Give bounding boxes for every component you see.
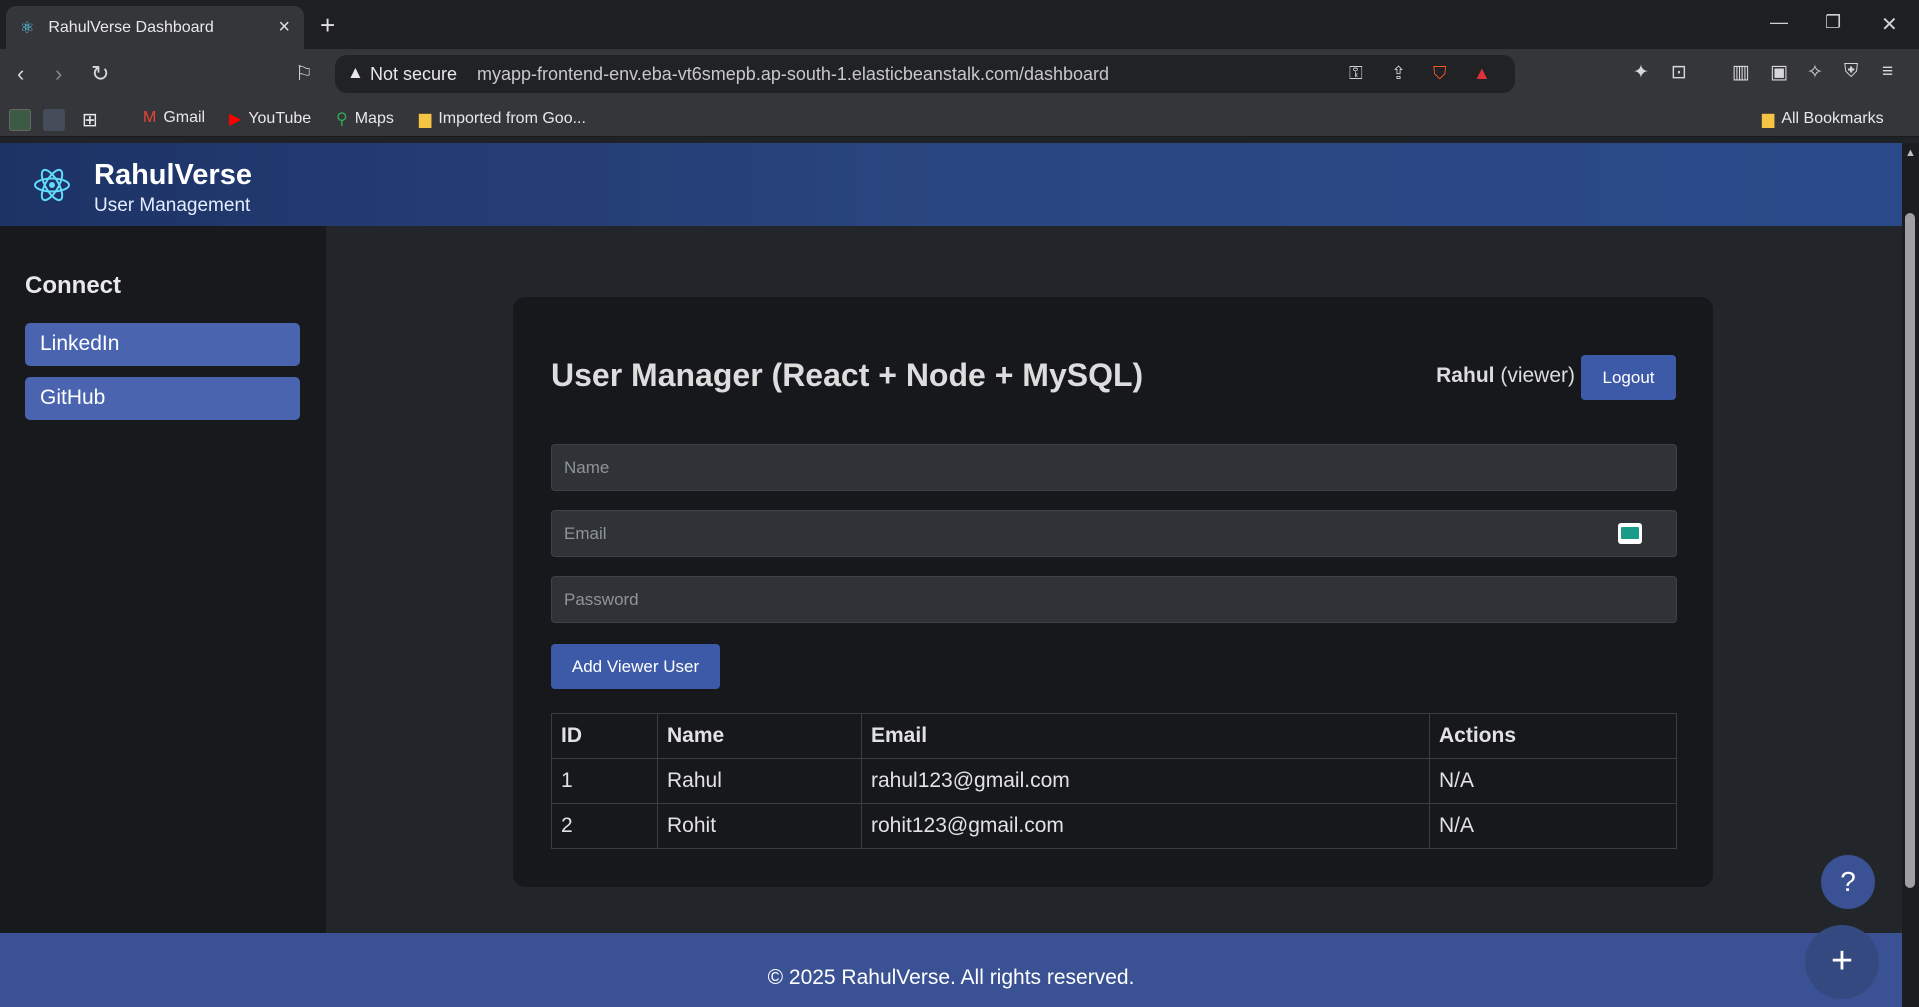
help-button[interactable]: ? [1821,855,1875,909]
warning-icon: ▲ [347,63,364,82]
page-title: User Manager (React + Node + MySQL) [551,357,1144,393]
column-header-name: Name [657,713,862,759]
current-user-name: Rahul [1436,364,1495,387]
cell-id: 1 [551,758,658,804]
app-shortcut-icon[interactable] [9,109,31,131]
close-tab-icon[interactable]: × [278,16,290,39]
brave-shield-icon[interactable]: ⛉ [1433,63,1447,84]
folder-icon: ▆ [1762,111,1775,128]
bookmark-gmail[interactable]: M Gmail [143,109,205,127]
wallet-icon[interactable]: ▣ [1770,61,1788,84]
page-scrollbar[interactable]: ▲ [1902,143,1919,1007]
current-user-info: Rahul (viewer) [1436,364,1575,388]
cell-name: Rahul [657,758,862,804]
bookmark-label: Gmail [163,109,206,126]
app-header: RahulVerse User Management [0,143,1902,226]
brand-subtitle: User Management [94,195,251,216]
bookmark-imported-folder[interactable]: ▆ Imported from Goo... [419,109,586,129]
apps-grid-icon[interactable]: ⊞ [82,109,98,132]
bookmarks-bar: ⊞ M Gmail ▶ YouTube ⚲ Maps ▆ Imported from G… [0,100,1919,137]
bookmark-label: YouTube [248,110,312,127]
brave-rewards-icon[interactable]: ▲ [1473,63,1491,84]
leo-ai-icon[interactable]: ✧ [1807,61,1823,84]
bookmark-icon[interactable]: ⚐ [295,61,313,86]
table-row: 2 Rohit rohit123@gmail.com N/A [551,803,1677,849]
users-table: ID Name Email Actions 1 Rahul rahul123@g… [551,713,1677,849]
copyright-text: © 2025 RahulVerse. All rights reserved. [767,966,1135,989]
back-icon[interactable]: ‹ [17,61,24,87]
react-logo-icon [34,168,70,202]
bookmark-label: All Bookmarks [1781,110,1884,127]
react-favicon-icon: ⚛ [20,19,35,37]
logout-button[interactable]: Logout [1581,355,1676,400]
restore-icon[interactable]: ❐ [1825,12,1841,33]
table-row: 1 Rahul rahul123@gmail.com N/A [551,758,1677,804]
browser-tab[interactable]: ⚛ RahulVerse Dashboard × [6,6,304,49]
url-text[interactable]: myapp-frontend-env.eba-vt6smepb.ap-south… [477,64,1109,85]
cell-email: rohit123@gmail.com [861,803,1430,849]
brand-name: RahulVerse [94,159,252,191]
email-placeholder: Email [564,524,607,543]
cell-id: 2 [551,803,658,849]
table-header-row: ID Name Email Actions [551,713,1677,759]
search-tabs-icon[interactable]: ⊡ [1671,61,1687,84]
name-placeholder: Name [564,458,610,477]
cell-email: rahul123@gmail.com [861,758,1430,804]
all-bookmarks-folder[interactable]: ▆ All Bookmarks [1762,109,1884,129]
bookmark-youtube[interactable]: ▶ YouTube [229,109,311,129]
cell-name: Rohit [657,803,862,849]
password-placeholder: Password [564,590,639,609]
app-shortcut-icon[interactable] [43,109,65,131]
youtube-icon: ▶ [229,111,242,128]
browser-toolbar: ‹ › ↻ ⚐ ▲ Not secure myapp-frontend-env.… [0,49,1919,100]
bookmark-label: Maps [354,110,394,127]
column-header-email: Email [861,713,1430,759]
current-user-role: (viewer) [1500,364,1575,387]
menu-icon[interactable]: ≡ [1882,61,1893,83]
add-floating-button[interactable]: + [1805,925,1879,999]
browser-tab-bar: ⚛ RahulVerse Dashboard × + — ❐ ✕ [0,0,1919,49]
name-input[interactable]: Name [551,444,1677,491]
add-viewer-user-button[interactable]: Add Viewer User [551,644,720,689]
address-bar[interactable]: ▲ Not secure myapp-frontend-env.eba-vt6s… [335,55,1515,93]
user-manager-card: User Manager (React + Node + MySQL) Rahu… [513,297,1713,887]
column-header-id: ID [551,713,658,759]
column-header-actions: Actions [1429,713,1677,759]
close-window-icon[interactable]: ✕ [1881,12,1898,37]
gmail-icon: M [143,109,157,126]
password-input[interactable]: Password [551,576,1677,623]
bookmark-maps[interactable]: ⚲ Maps [336,109,394,129]
sidebar-icon[interactable]: ▥ [1732,61,1750,84]
linkedin-link[interactable]: LinkedIn [25,323,300,366]
share-icon[interactable]: ⇪ [1391,63,1406,84]
reload-icon[interactable]: ↻ [91,61,109,87]
github-link[interactable]: GitHub [25,377,300,420]
main-content: User Manager (React + Node + MySQL) Rahu… [326,226,1902,933]
forward-icon[interactable]: › [55,61,62,87]
sidebar: Connect LinkedIn GitHub [0,226,326,933]
sidebar-heading: Connect [25,272,121,299]
mail-icon[interactable] [1618,523,1642,544]
cell-actions: N/A [1429,803,1677,849]
key-icon[interactable]: ⚿ [1349,63,1363,84]
extensions-icon[interactable]: ✦ [1633,61,1649,84]
vpn-icon[interactable]: ⛨ [1844,61,1858,83]
email-input[interactable]: Email [551,510,1677,557]
new-tab-icon[interactable]: + [320,10,335,41]
maps-pin-icon: ⚲ [336,111,348,128]
scroll-up-arrow-icon[interactable]: ▲ [1905,147,1916,159]
footer: © 2025 RahulVerse. All rights reserved. [0,933,1902,1007]
tab-title: RahulVerse Dashboard [48,18,214,36]
bookmark-label: Imported from Goo... [438,110,586,127]
scrollbar-thumb[interactable] [1905,213,1915,888]
cell-actions: N/A [1429,758,1677,804]
folder-icon: ▆ [419,111,432,128]
not-secure-label[interactable]: Not secure [370,64,457,85]
minimize-icon[interactable]: — [1770,12,1788,33]
